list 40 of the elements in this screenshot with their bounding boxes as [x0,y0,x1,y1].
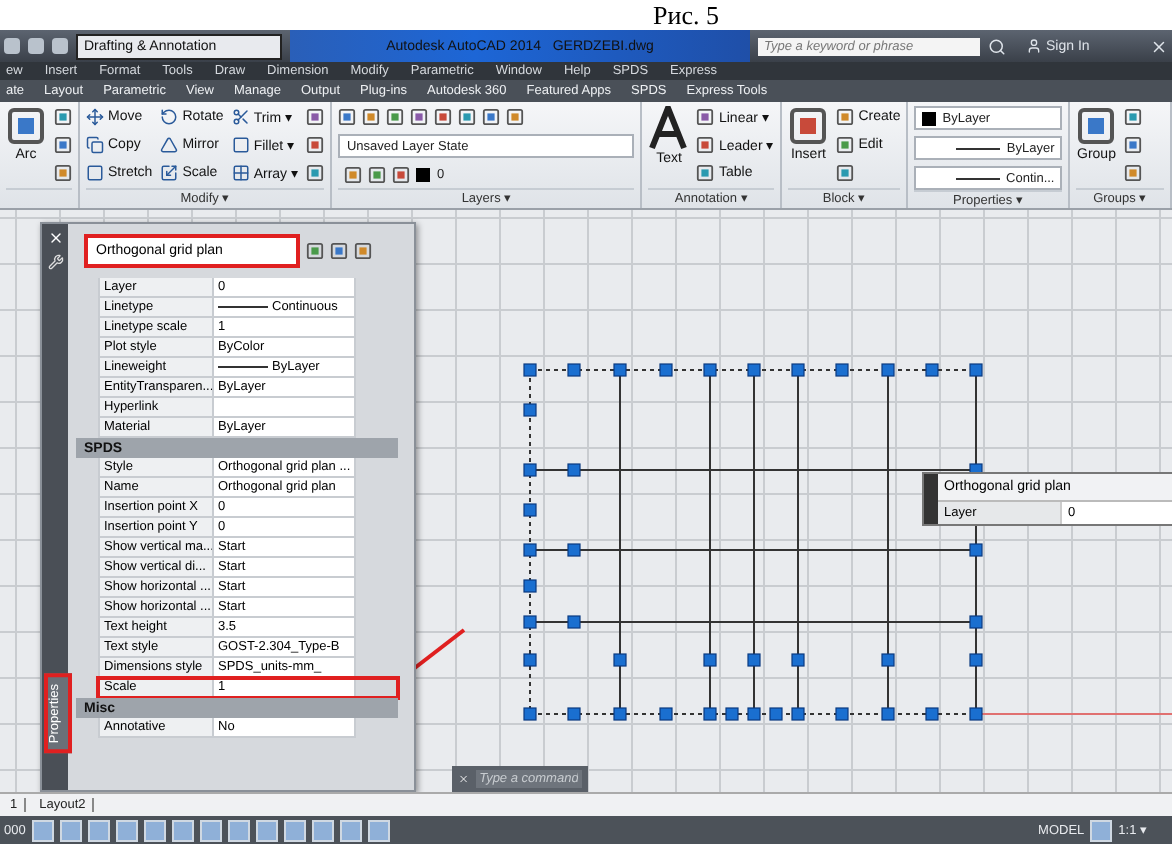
rotate-icon [160,108,179,126]
ribbon-icon-button[interactable] [1124,134,1143,156]
status-toggle[interactable] [59,819,82,841]
square-icon [86,164,104,182]
scissors-icon [231,108,250,126]
tool-icon [6,106,46,146]
status-toggle[interactable] [311,819,334,841]
ribbon-icon-button[interactable] [306,106,325,128]
ribbon-icon-button[interactable] [54,106,72,128]
status-toggle[interactable] [283,819,306,841]
status-toggle[interactable] [115,819,138,841]
wrench-icon[interactable] [47,254,63,270]
figure-caption: Рис. 5 [653,0,719,30]
status-toggle[interactable] [339,819,362,841]
user-icon [1026,38,1042,54]
status-toggle[interactable] [255,819,278,841]
move-icon [86,108,104,126]
ribbon-icon-button[interactable] [1124,106,1143,128]
status-toggle[interactable] [143,819,166,841]
status-toggle[interactable] [171,819,194,841]
ribbon-icon-button[interactable] [54,162,72,184]
grip-handle[interactable] [924,474,938,524]
tool-icon [1076,106,1117,146]
close-icon[interactable] [1150,37,1168,55]
ribbon-icon-button[interactable] [306,162,325,184]
status-toggle[interactable] [1090,819,1113,841]
status-toggle[interactable] [87,819,110,841]
status-toggle[interactable] [31,819,54,841]
ribbon-icon-button[interactable] [1124,162,1143,184]
tool-icon [788,106,829,146]
copy-icon [86,136,104,154]
letter-a-icon [648,106,689,150]
triangle-icon [160,136,179,154]
grid-icon [231,164,250,182]
status-toggle[interactable] [227,819,250,841]
status-toggle[interactable] [367,819,390,841]
ribbon-icon-button[interactable] [54,134,72,156]
status-toggle[interactable] [199,819,222,841]
scale-icon [160,164,179,182]
ribbon-icon-button[interactable] [306,134,325,156]
